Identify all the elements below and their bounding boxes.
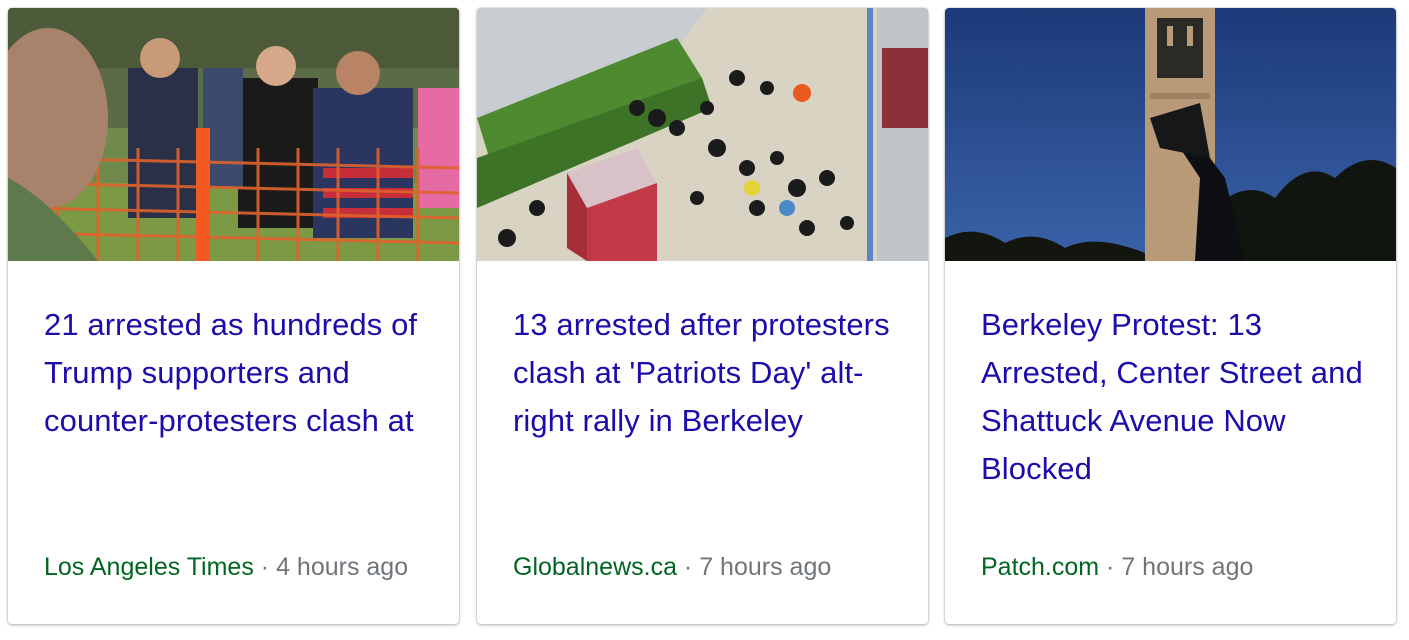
card-headline-2[interactable]: 13 arrested after protesters clash at 'P… <box>513 301 898 445</box>
card-headline-3[interactable]: Berkeley Protest: 13 Arrested, Center St… <box>981 301 1366 493</box>
meta-separator: · <box>1099 553 1122 581</box>
news-carousel: 21 arrested as hundreds of Trump support… <box>0 0 1409 640</box>
news-card-2[interactable]: 13 arrested after protesters clash at 'P… <box>477 8 928 624</box>
campanile-megaphone-image <box>945 8 1396 261</box>
card-meta-3: Patch.com · 7 hours ago <box>981 548 1394 586</box>
card-thumbnail-3[interactable] <box>945 8 1396 261</box>
meta-separator: · <box>676 553 700 581</box>
card-time-1: 4 hours ago <box>276 553 409 581</box>
card-time-2: 7 hours ago <box>699 553 832 581</box>
card-thumbnail-2[interactable] <box>477 8 928 261</box>
card-thumbnail-1[interactable] <box>8 8 459 261</box>
protest-crowd-fence-image <box>8 8 459 261</box>
card-meta-1: Los Angeles Times · 4 hours ago <box>44 548 457 586</box>
card-source-3: Patch.com <box>981 553 1100 581</box>
news-card-1[interactable]: 21 arrested as hundreds of Trump support… <box>8 8 459 624</box>
card-time-3: 7 hours ago <box>1121 553 1254 581</box>
aerial-plaza-crowd-image <box>477 8 928 261</box>
card-source-1: Los Angeles Times <box>44 553 254 581</box>
card-meta-2: Globalnews.ca · 7 hours ago <box>513 548 926 586</box>
meta-separator: · <box>253 553 277 581</box>
card-headline-1[interactable]: 21 arrested as hundreds of Trump support… <box>44 301 429 445</box>
card-source-2: Globalnews.ca <box>513 553 677 581</box>
news-card-3[interactable]: Berkeley Protest: 13 Arrested, Center St… <box>945 8 1396 624</box>
